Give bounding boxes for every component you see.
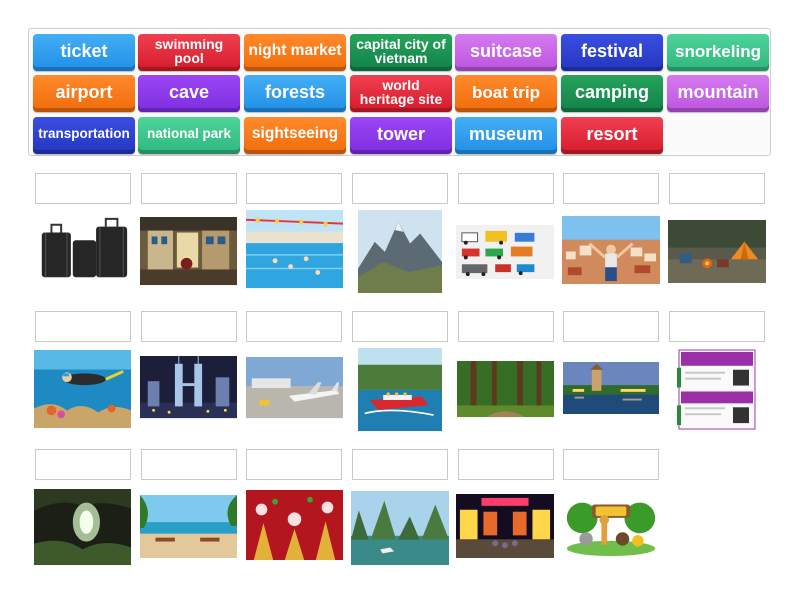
word-chip-boat-trip[interactable]: boat trip xyxy=(455,75,557,112)
drop-slot[interactable] xyxy=(563,311,659,342)
forests-image xyxy=(457,361,554,418)
national-park-image xyxy=(563,495,659,559)
word-chip-festival[interactable]: festival xyxy=(561,34,663,71)
word-chip-transportation[interactable]: transportation xyxy=(33,117,135,154)
ticket-image xyxy=(677,348,757,431)
word-chip-label: transportation xyxy=(38,126,130,142)
word-chip-world-heritage-site[interactable]: world heritage site xyxy=(350,75,452,112)
museum-image xyxy=(140,217,237,286)
word-chip-label: cave xyxy=(168,82,210,102)
word-chip-label: snorkeling xyxy=(675,41,761,61)
drop-slot[interactable] xyxy=(352,449,448,480)
drop-slot[interactable] xyxy=(352,173,448,204)
drop-slot[interactable] xyxy=(458,173,554,204)
tower-image xyxy=(140,356,237,420)
suitcase-image xyxy=(34,215,131,286)
word-chip-suitcase[interactable]: suitcase xyxy=(455,34,557,71)
word-chip-label: festival xyxy=(580,41,644,61)
mountain-image xyxy=(358,210,442,293)
drop-slot[interactable] xyxy=(35,173,131,204)
word-chip-label: sightseeing xyxy=(251,125,339,143)
word-chip-sightseeing[interactable]: sightseeing xyxy=(244,117,346,154)
drop-slot[interactable] xyxy=(246,173,342,204)
word-chip-night-market[interactable]: night market xyxy=(244,34,346,71)
drop-slot[interactable] xyxy=(352,311,448,342)
drop-slot[interactable] xyxy=(669,311,765,342)
word-chip-ticket[interactable]: ticket xyxy=(33,34,135,71)
word-chip-museum[interactable]: museum xyxy=(455,117,557,154)
word-chip-label: tower xyxy=(376,124,425,144)
resort-image xyxy=(140,495,237,558)
word-chip-airport[interactable]: airport xyxy=(33,75,135,112)
word-chip-label: swimming pool xyxy=(154,36,224,66)
word-chip-swimming-pool[interactable]: swimming pool xyxy=(138,34,240,71)
word-chip-label: suitcase xyxy=(469,41,543,61)
snorkeling-image xyxy=(34,350,131,428)
drop-slot[interactable] xyxy=(246,449,342,480)
world-heritage-site-image xyxy=(351,491,449,565)
word-chip-label: resort xyxy=(586,124,638,144)
word-chip-label: forests xyxy=(264,82,326,102)
word-chip-resort[interactable]: resort xyxy=(561,117,663,154)
drop-slot[interactable] xyxy=(141,173,237,204)
drop-slot[interactable] xyxy=(35,449,131,480)
word-chip-cave[interactable]: cave xyxy=(138,75,240,112)
capital-city-image xyxy=(563,362,659,414)
airport-image xyxy=(246,357,343,420)
word-chip-camping[interactable]: camping xyxy=(561,75,663,112)
word-chip-label: ticket xyxy=(60,41,108,61)
drop-slot[interactable] xyxy=(141,449,237,480)
boat-trip-image xyxy=(358,348,442,431)
word-chip-label: national park xyxy=(146,126,232,142)
word-chip-capital-city-of-vietnam[interactable]: capital city of vietnam xyxy=(350,34,452,71)
festival-image xyxy=(246,490,343,560)
drop-slot[interactable] xyxy=(141,311,237,342)
word-chip-label: capital city of vietnam xyxy=(356,36,446,66)
word-chip-national-park[interactable]: national park xyxy=(138,117,240,154)
word-chip-mountain[interactable]: mountain xyxy=(667,75,769,112)
swimming-pool-image xyxy=(246,210,343,290)
drop-slot[interactable] xyxy=(458,449,554,480)
word-chip-label: boat trip xyxy=(472,82,540,102)
drop-slot[interactable] xyxy=(563,173,659,204)
transportation-image xyxy=(456,225,554,279)
word-chip-label: museum xyxy=(468,124,544,144)
drop-slot[interactable] xyxy=(458,311,554,342)
drop-slot[interactable] xyxy=(563,449,659,480)
word-chip-label: airport xyxy=(55,82,113,102)
drop-slot[interactable] xyxy=(669,173,765,204)
drop-slot[interactable] xyxy=(246,311,342,342)
word-chip-forests[interactable]: forests xyxy=(244,75,346,112)
camping-image xyxy=(668,220,766,283)
word-chip-label: night market xyxy=(248,42,342,60)
word-chip-label: mountain xyxy=(677,82,759,102)
sightseeing-image xyxy=(562,216,660,284)
night-market-image xyxy=(456,494,554,558)
drop-slot[interactable] xyxy=(35,311,131,342)
word-chip-label: world heritage site xyxy=(359,77,443,107)
cave-image xyxy=(34,489,131,566)
word-chip-tower[interactable]: tower xyxy=(350,117,452,154)
word-chip-label: camping xyxy=(574,82,649,102)
word-chip-snorkeling[interactable]: snorkeling xyxy=(667,34,769,71)
